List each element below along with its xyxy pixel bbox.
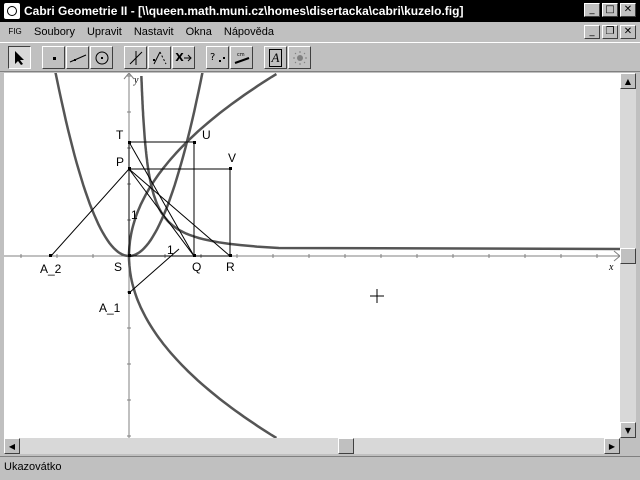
pointer-tool-button[interactable]	[8, 46, 31, 69]
menu-bar: FIG Soubory Upravit Nastavit Okna Nápově…	[0, 22, 640, 41]
horizontal-scroll-thumb[interactable]	[338, 438, 354, 454]
unit-label-x: 1	[167, 243, 174, 257]
arrow-pointer-icon	[14, 50, 24, 65]
toolbar: X ? cm A	[0, 42, 640, 72]
transform-tool-button[interactable]	[148, 46, 171, 69]
scroll-right-button[interactable]: ▶	[604, 438, 620, 454]
segment-a2-p[interactable]	[50, 168, 130, 257]
check-property-tool-button[interactable]: ?	[206, 46, 229, 69]
point-v[interactable]	[229, 167, 232, 170]
line-icon	[69, 54, 86, 62]
label-p: P	[116, 155, 124, 169]
point-a1[interactable]	[128, 291, 131, 294]
hyperbola-branch[interactable]	[140, 76, 620, 251]
label-a2: A_2	[40, 262, 62, 276]
app-icon[interactable]	[4, 3, 20, 19]
point-r[interactable]	[229, 254, 232, 257]
menu-upravit[interactable]: Upravit	[81, 26, 128, 38]
svg-text:?: ?	[210, 52, 215, 63]
label-u: U	[202, 128, 211, 142]
doc-minimize-button[interactable]: _	[584, 25, 600, 39]
geometry-figure: x y T U P V S Q R A_2 A_1 1 1	[4, 73, 620, 438]
label-q: Q	[192, 260, 201, 274]
scroll-left-button[interactable]: ◀	[4, 438, 20, 454]
macro-tool-button[interactable]: X	[172, 46, 195, 69]
label-s: S	[114, 260, 122, 274]
reflection-icon	[152, 51, 166, 64]
crosshair-cursor-icon	[370, 289, 384, 303]
x-axis-label: x	[608, 262, 614, 273]
menu-okna[interactable]: Okna	[180, 26, 218, 38]
vertical-scroll-thumb[interactable]	[620, 248, 636, 264]
menu-nastavit[interactable]: Nastavit	[128, 26, 180, 38]
point-tool-button[interactable]	[42, 46, 65, 69]
window-controls: _ □ ✕	[584, 3, 636, 17]
construct-tool-button[interactable]	[124, 46, 147, 69]
point-a2[interactable]	[49, 254, 52, 257]
line-tool-button[interactable]	[66, 46, 89, 69]
vertical-scrollbar[interactable]: ▲ ▼	[620, 73, 636, 438]
menu-soubory[interactable]: Soubory	[28, 26, 81, 38]
scroll-up-button[interactable]: ▲	[620, 73, 636, 89]
sun-icon	[292, 50, 307, 65]
measure-tool-button[interactable]: cm	[230, 46, 253, 69]
label-r: R	[226, 260, 235, 274]
menu-napoveda[interactable]: Nápověda	[218, 26, 280, 38]
doc-close-button[interactable]: ✕	[620, 25, 636, 39]
text-tool-label: A	[268, 48, 283, 67]
circle-icon	[95, 51, 108, 64]
maximize-button[interactable]: □	[602, 3, 618, 17]
status-text: Ukazovátko	[4, 461, 62, 473]
point-q[interactable]	[193, 254, 196, 257]
svg-text:cm: cm	[237, 52, 245, 58]
window-title: Cabri Geometrie II - [\\queen.math.muni.…	[24, 4, 464, 18]
minimize-button[interactable]: _	[584, 3, 600, 17]
segment-t-q[interactable]	[128, 141, 195, 257]
point-s[interactable]	[128, 254, 131, 257]
document-icon[interactable]: FIG	[6, 24, 24, 40]
circle-tool-button[interactable]	[90, 46, 113, 69]
point-icon	[52, 56, 56, 60]
label-v: V	[228, 151, 236, 165]
label-a1: A_1	[99, 301, 121, 315]
close-button[interactable]: ✕	[620, 3, 636, 17]
label-t: T	[116, 128, 124, 142]
drawing-canvas[interactable]: x y T U P V S Q R A_2 A_1 1 1	[4, 73, 620, 438]
point-p[interactable]	[128, 167, 131, 170]
perpendicular-icon	[129, 50, 142, 65]
segment-p-q[interactable]	[128, 168, 195, 257]
point-u[interactable]	[193, 141, 196, 144]
y-axis-label: y	[133, 75, 139, 86]
scrollbar-corner	[620, 438, 636, 454]
ruler-icon: cm	[234, 52, 249, 64]
document-controls: _ ❐ ✕	[584, 25, 636, 39]
question-points-icon: ?	[210, 52, 225, 63]
segment-p-r[interactable]	[128, 168, 231, 257]
doc-restore-button[interactable]: ❐	[602, 25, 618, 39]
point-t[interactable]	[128, 141, 131, 144]
unit-label-y: 1	[131, 208, 138, 222]
scroll-down-button[interactable]: ▼	[620, 422, 636, 438]
status-bar: Ukazovátko	[0, 456, 640, 480]
horizontal-scrollbar[interactable]: ◀ ▶	[4, 438, 620, 454]
display-tool-button[interactable]	[288, 46, 311, 69]
macro-label: X	[175, 51, 184, 64]
text-tool-button[interactable]: A	[264, 46, 287, 69]
arrow-right-icon	[183, 54, 192, 61]
title-bar[interactable]: Cabri Geometrie II - [\\queen.math.muni.…	[0, 0, 640, 22]
